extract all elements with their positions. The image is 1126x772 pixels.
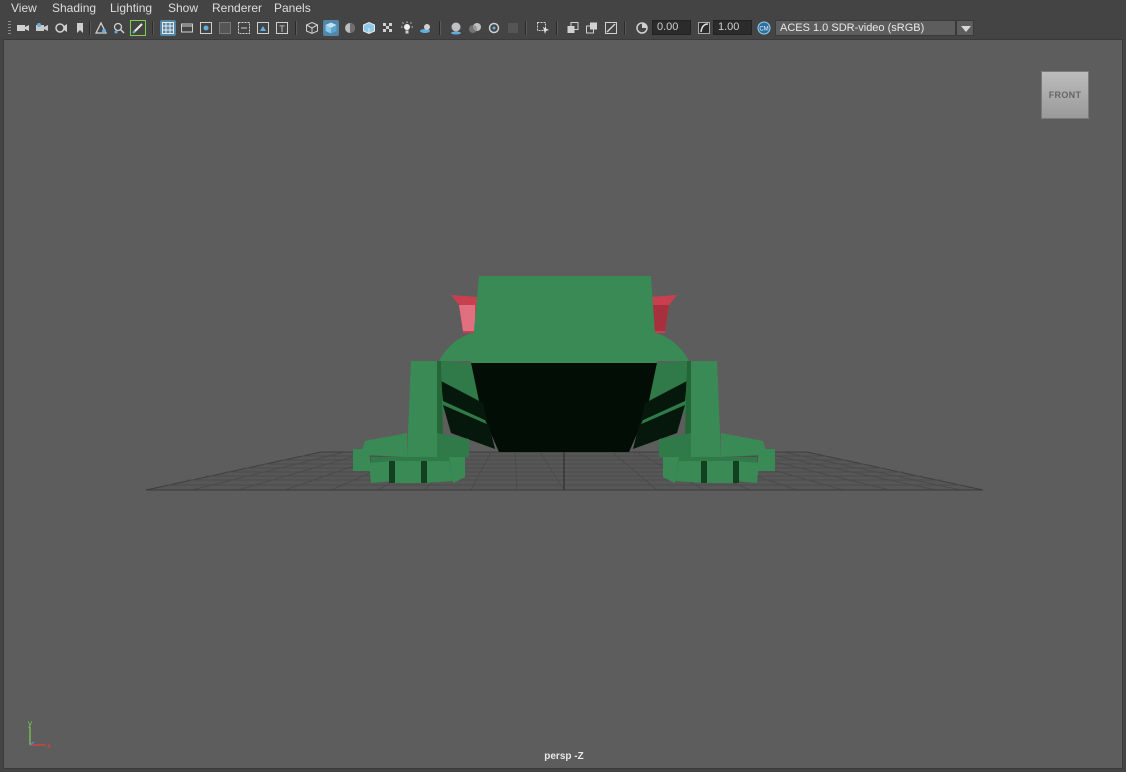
depth-of-field-icon[interactable] (505, 20, 521, 36)
gamma-icon[interactable] (696, 20, 712, 36)
axis-y-label: y (28, 719, 32, 728)
isolate-select-icon[interactable] (535, 20, 551, 36)
svg-text:T: T (279, 24, 285, 34)
resolution-gate-icon[interactable] (198, 20, 214, 36)
view-cube-label: FRONT (1048, 90, 1082, 100)
xray-active-components-icon[interactable] (584, 20, 600, 36)
menu-shading[interactable]: Shading (52, 2, 96, 15)
menu-lighting[interactable]: Lighting (110, 2, 152, 15)
grease-pencil-icon[interactable] (130, 20, 146, 36)
perspective-viewport[interactable]: FRONT y x persp -Z (3, 39, 1123, 769)
toolbar-separator (295, 21, 297, 35)
multisample-aa-icon[interactable] (486, 20, 502, 36)
bookmarks-icon[interactable] (53, 20, 69, 36)
color-management-icon[interactable]: CM (756, 20, 772, 36)
toolbar-separator (525, 21, 527, 35)
use-all-lights-icon[interactable] (399, 20, 415, 36)
select-camera-icon[interactable] (15, 20, 31, 36)
field-chart-icon[interactable] (236, 20, 252, 36)
bookmark-icon[interactable] (72, 20, 88, 36)
view-cube[interactable]: FRONT (1041, 71, 1089, 119)
safe-title-icon[interactable]: T (274, 20, 290, 36)
image-plane-icon[interactable] (93, 20, 109, 36)
frog-model[interactable] (353, 276, 775, 483)
use-default-material-icon[interactable] (342, 20, 358, 36)
toolbar-separator (152, 21, 154, 35)
toolbar-grip[interactable] (8, 21, 11, 35)
viewport-menu-bar: View Shading Lighting Show Renderer Pane… (0, 0, 1126, 17)
gate-mask-icon[interactable] (217, 20, 233, 36)
backface-culling-icon[interactable] (603, 20, 619, 36)
motion-blur-icon[interactable] (467, 20, 483, 36)
panel-toolbar: T 0.00 1.00 CM ACES 1.0 SDR-video (sRGB) (0, 17, 1126, 38)
screen-space-ao-icon[interactable] (448, 20, 464, 36)
toolbar-separator (556, 21, 558, 35)
menu-show[interactable]: Show (168, 2, 198, 15)
toolbar-separator (624, 21, 626, 35)
color-space-dropdown-arrow[interactable] (956, 20, 974, 36)
camera-attributes-icon[interactable] (34, 20, 50, 36)
grid-icon[interactable] (160, 20, 176, 36)
smooth-shade-all-icon[interactable] (323, 20, 339, 36)
exposure-icon[interactable] (634, 20, 650, 36)
exposure-field[interactable]: 0.00 (652, 20, 691, 35)
menu-renderer[interactable]: Renderer (212, 2, 262, 15)
gamma-field[interactable]: 1.00 (713, 20, 752, 35)
toolbar-separator (89, 21, 91, 35)
film-gate-icon[interactable] (179, 20, 195, 36)
safe-action-icon[interactable] (255, 20, 271, 36)
axis-indicator: y x (28, 719, 51, 750)
xray-joints-icon[interactable] (565, 20, 581, 36)
menu-view[interactable]: View (11, 2, 37, 15)
menu-panels[interactable]: Panels (274, 2, 311, 15)
svg-text:CM: CM (759, 27, 768, 33)
camera-name-label: persp -Z (544, 751, 584, 762)
color-space-dropdown[interactable]: ACES 1.0 SDR-video (sRGB) (775, 20, 956, 36)
toolbar-separator (439, 21, 441, 35)
scene-canvas[interactable] (4, 40, 1123, 769)
2d-pan-zoom-icon[interactable] (111, 20, 127, 36)
shadows-icon[interactable] (418, 20, 434, 36)
wireframe-on-shaded-icon[interactable] (361, 20, 377, 36)
xray-icon[interactable] (380, 20, 396, 36)
ground-grid (145, 451, 984, 491)
axis-x-label: x (47, 741, 51, 750)
wireframe-icon[interactable] (304, 20, 320, 36)
